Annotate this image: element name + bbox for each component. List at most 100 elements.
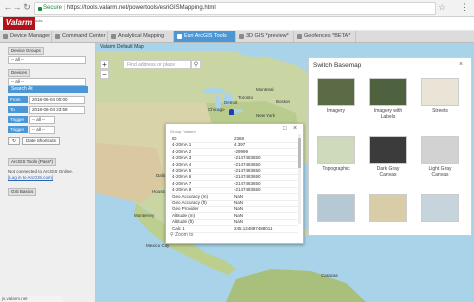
browser-menu-icon[interactable]: ⋮ <box>460 2 469 13</box>
gis-basics-label[interactable]: GIS Basics <box>8 188 37 196</box>
basemap-option[interactable] <box>369 194 407 224</box>
zoom-to-link[interactable]: ⚲ Zoom to <box>170 232 193 238</box>
basemap-option[interactable]: Imagery with Labels <box>369 78 407 120</box>
city-label: New York <box>256 113 276 118</box>
city-label: Detroit <box>224 100 238 105</box>
basemap-thumbnail[interactable] <box>317 194 355 222</box>
zoom-out-button[interactable]: − <box>100 70 109 79</box>
map-title: Valarm Default Map <box>100 44 144 50</box>
app-header: Valarm tools <box>0 17 474 30</box>
main-tabs: Device Manager Command Center Analytical… <box>0 31 474 43</box>
basemap-label: Imagery <box>326 108 346 114</box>
to-date-input[interactable]: 2018-06-04 23:59 <box>29 106 85 114</box>
basemap-thumbnail[interactable] <box>317 78 355 106</box>
valarm-logo[interactable]: Valarm <box>3 17 35 30</box>
tab-label: 3D GIS *preview* <box>246 33 289 39</box>
chart-icon <box>111 34 116 39</box>
basemap-label: Streets <box>432 108 448 114</box>
tab-label: Command Center <box>62 33 106 39</box>
device-location-marker[interactable] <box>229 109 234 115</box>
bookmark-star-icon[interactable]: ☆ <box>438 2 446 13</box>
url-text: https://tools.valarm.net/powertools/esri… <box>66 5 216 11</box>
popup-row-value: 245.124897488011 <box>234 225 273 231</box>
lock-icon <box>38 7 42 11</box>
tab-3d-gis[interactable]: 3D GIS *preview* <box>236 31 294 42</box>
basemap-thumbnail[interactable] <box>369 194 407 222</box>
basemap-title: Switch Basemap <box>313 62 362 69</box>
arcgis-login-link[interactable]: [Log in to ArcGIS.com] <box>8 175 53 180</box>
popup-header: Group: Valarm <box>170 129 196 134</box>
basemap-thumbnail[interactable] <box>369 136 407 164</box>
basemap-gallery: Switch Basemap × Imagery Imagery with Lab… <box>308 57 472 236</box>
zoom-in-button[interactable]: + <box>100 60 109 69</box>
basemap-option[interactable]: Light Gray Canvas <box>421 136 459 178</box>
map-view[interactable]: Valarm Default Map Find address or place… <box>96 43 474 302</box>
address-bar[interactable]: Secure | https://tools.valarm.net/powert… <box>34 2 436 15</box>
feature-popup: Group: Valarm □ × ID 2368 4-20mA 1 4.397 4-2… <box>165 123 304 244</box>
city-label: Montreal <box>256 87 274 92</box>
city-label: Boston <box>276 99 291 104</box>
trigger-select[interactable]: -- all -- <box>29 126 55 134</box>
tab-esri-arcgis-tools[interactable]: Esri ArcGIS Tools <box>174 31 236 42</box>
tab-label: Analytical Mapping <box>118 33 165 39</box>
device-icon <box>3 34 8 39</box>
basemap-option[interactable] <box>317 194 355 224</box>
city-label: Chicago <box>208 107 225 112</box>
south-america <box>226 269 366 302</box>
basemap-thumbnail[interactable] <box>421 136 459 164</box>
basemap-label: Light Gray Canvas <box>428 166 452 178</box>
sidebar: Device Groups -- all -- Devices -- all -… <box>0 43 96 302</box>
minimize-icon[interactable]: □ <box>283 126 287 132</box>
basemap-label: Imagery with Labels <box>373 108 403 120</box>
basemap-option[interactable]: Topographic <box>317 136 355 172</box>
trigger-label: Trigger <box>8 126 28 133</box>
basemap-thumbnail[interactable] <box>421 78 459 106</box>
status-bar: js.valarm.net <box>0 296 62 302</box>
device-groups-select[interactable]: -- all -- <box>8 56 86 64</box>
browser-toolbar: ← → ↻ Secure | https://tools.valarm.net/… <box>0 0 474 17</box>
refresh-button[interactable]: ↻ <box>8 137 20 145</box>
basemap-thumbnail[interactable] <box>369 78 407 106</box>
tab-label: Device Manager <box>10 33 51 39</box>
popup-row-key: Calc 1 <box>172 225 185 231</box>
popup-scrollbar[interactable] <box>298 134 301 224</box>
lake-superior <box>202 88 226 94</box>
to-label: To <box>8 106 28 113</box>
map-search-input[interactable]: Find address or place <box>123 60 191 69</box>
tab-analytical-mapping[interactable]: Analytical Mapping <box>108 31 174 42</box>
trigger-type-label: Trigger Type <box>8 116 28 129</box>
devices-label: Devices <box>8 69 31 77</box>
search-icon[interactable]: ⚲ <box>191 60 201 69</box>
basemap-label: Dark Gray Canvas <box>376 166 400 178</box>
tab-device-manager[interactable]: Device Manager <box>0 31 52 42</box>
forward-icon[interactable]: → <box>12 2 22 13</box>
device-groups-label: Device Groups <box>8 47 44 55</box>
close-icon[interactable]: × <box>293 125 297 132</box>
basemap-option[interactable]: Imagery <box>317 78 355 114</box>
date-shortcuts-button[interactable]: Date Shortcuts <box>22 137 60 145</box>
close-icon[interactable]: × <box>459 61 463 68</box>
tab-label: Geofences *BETA* <box>304 33 351 39</box>
secure-label: Secure <box>43 5 63 11</box>
cube-icon <box>239 34 244 39</box>
basemap-option[interactable]: Streets <box>421 78 459 114</box>
arcgis-tools-label[interactable]: ArcGIS Tools (Pass*) <box>8 158 57 166</box>
trigger-type-select[interactable]: -- all -- <box>29 116 55 124</box>
city-label: Monterrey <box>134 213 155 218</box>
logo-subtitle: tools <box>34 18 43 23</box>
from-date-input[interactable]: 2018-06-04 00:00 <box>29 96 85 104</box>
tab-geofences[interactable]: Geofences *BETA* <box>294 31 356 42</box>
basemap-thumbnail[interactable] <box>421 194 459 222</box>
tab-command-center[interactable]: Command Center <box>52 31 108 42</box>
reload-icon[interactable]: ↻ <box>22 2 32 13</box>
zoom-to-label: Zoom to <box>175 232 194 238</box>
scrollbar-thumb[interactable] <box>298 138 301 168</box>
basemap-option[interactable] <box>421 194 459 224</box>
devices-select[interactable]: -- all -- <box>8 78 86 86</box>
search-panel-header: Search At <box>8 86 88 93</box>
tab-label: Esri ArcGIS Tools <box>184 33 227 39</box>
basemap-thumbnail[interactable] <box>317 136 355 164</box>
basemap-label: Topographic <box>322 166 350 172</box>
basemap-option[interactable]: Dark Gray Canvas <box>369 136 407 178</box>
from-label: From <box>8 96 28 103</box>
